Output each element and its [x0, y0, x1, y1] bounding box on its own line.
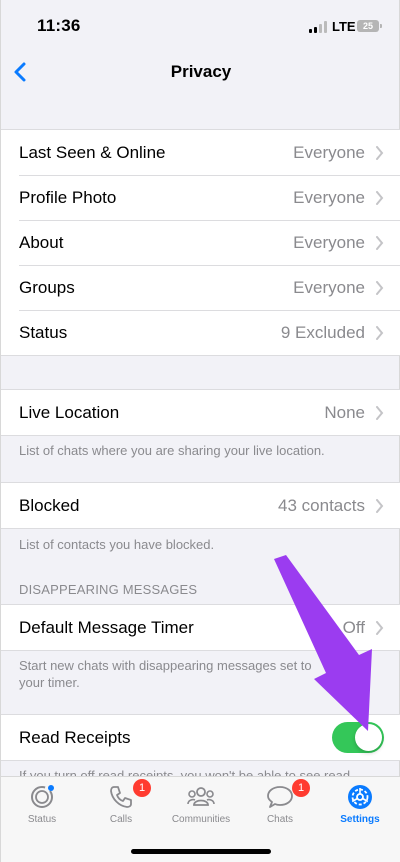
- status-privacy-row[interactable]: Status 9 Excluded: [1, 310, 400, 355]
- page-title: Privacy: [170, 62, 232, 81]
- row-label: About: [19, 232, 64, 252]
- chevron-right-icon: [376, 146, 384, 160]
- battery-icon: 25: [357, 20, 382, 32]
- chats-badge: 1: [292, 779, 310, 797]
- row-value: None: [324, 402, 365, 422]
- blocked-footer: List of contacts you have blocked.: [19, 537, 215, 552]
- phone-icon: [110, 786, 132, 808]
- row-value: Everyone: [293, 232, 365, 252]
- read-receipts-row: Read Receipts: [1, 715, 400, 760]
- row-value: Everyone: [293, 187, 365, 207]
- chats-icon: [267, 786, 293, 808]
- row-label: Live Location: [19, 402, 120, 422]
- tab-calls[interactable]: 1 Calls: [81, 777, 161, 833]
- disappearing-messages-header: DISAPPEARING MESSAGES: [19, 582, 198, 597]
- read-receipts-footer: If you turn off read receipts, you won't…: [19, 768, 351, 776]
- tab-settings[interactable]: Settings: [320, 777, 400, 833]
- tab-communities[interactable]: Communities: [161, 777, 241, 833]
- home-indicator: [131, 849, 271, 854]
- tab-label: Chats: [266, 814, 294, 825]
- disappearing-messages-footer: Start new chats with disappearing messag…: [19, 658, 312, 690]
- row-value: Off: [342, 617, 365, 637]
- groups-row[interactable]: Groups Everyone: [1, 265, 400, 310]
- read-receipts-group: Read Receipts: [1, 714, 400, 761]
- status-bar: 11:36 LTE 25: [1, 0, 400, 48]
- live-location-row[interactable]: Live Location None: [1, 390, 400, 435]
- chevron-right-icon: [376, 406, 384, 420]
- disappearing-messages-group: Default Message Timer Off: [1, 604, 400, 651]
- navigation-bar: Privacy: [1, 48, 400, 96]
- default-message-timer-row[interactable]: Default Message Timer Off: [1, 605, 400, 650]
- row-value: 9 Excluded: [280, 322, 365, 342]
- calls-badge: 1: [133, 779, 151, 797]
- row-label: Groups: [19, 277, 75, 297]
- status-icon: [31, 785, 54, 808]
- row-label: Last Seen & Online: [19, 142, 166, 162]
- row-value: 43 contacts: [278, 495, 365, 515]
- row-label: Profile Photo: [19, 187, 117, 207]
- live-location-footer: List of chats where you are sharing your…: [19, 443, 325, 458]
- network-label: LTE: [332, 19, 356, 34]
- about-row[interactable]: About Everyone: [1, 220, 400, 265]
- tab-label: Status: [27, 814, 57, 825]
- signal-strength-icon: [309, 21, 329, 33]
- gear-icon: [348, 785, 372, 809]
- chevron-right-icon: [376, 499, 384, 513]
- row-value: Everyone: [293, 277, 365, 297]
- toggle-knob: [355, 724, 382, 751]
- chevron-right-icon: [376, 236, 384, 250]
- blocked-group: Blocked 43 contacts: [1, 482, 400, 529]
- blocked-row[interactable]: Blocked 43 contacts: [1, 483, 400, 528]
- row-value: Everyone: [293, 142, 365, 162]
- live-location-group: Live Location None: [1, 389, 400, 436]
- battery-level: 25: [362, 21, 373, 31]
- tab-label: Settings: [340, 814, 380, 825]
- read-receipts-toggle[interactable]: [332, 722, 384, 753]
- row-label: Read Receipts: [19, 727, 131, 747]
- tab-chats[interactable]: 1 Chats: [240, 777, 320, 833]
- profile-photo-row[interactable]: Profile Photo Everyone: [1, 175, 400, 220]
- tab-status[interactable]: Status: [2, 777, 82, 833]
- tab-label: Communities: [171, 814, 231, 825]
- chevron-right-icon: [376, 191, 384, 205]
- status-time: 11:36: [37, 16, 81, 35]
- phone-screen: 11:36 LTE 25 Privacy Last Seen & Online …: [0, 0, 400, 862]
- privacy-settings-group: Last Seen & Online Everyone Profile Phot…: [1, 129, 400, 356]
- tab-label: Calls: [109, 814, 133, 825]
- row-label: Status: [19, 322, 68, 342]
- last-seen-row[interactable]: Last Seen & Online Everyone: [1, 130, 400, 175]
- communities-icon: [187, 787, 215, 806]
- chevron-right-icon: [376, 326, 384, 340]
- chevron-right-icon: [376, 281, 384, 295]
- row-label: Blocked: [19, 495, 80, 515]
- row-label: Default Message Timer: [19, 617, 194, 637]
- chevron-right-icon: [376, 621, 384, 635]
